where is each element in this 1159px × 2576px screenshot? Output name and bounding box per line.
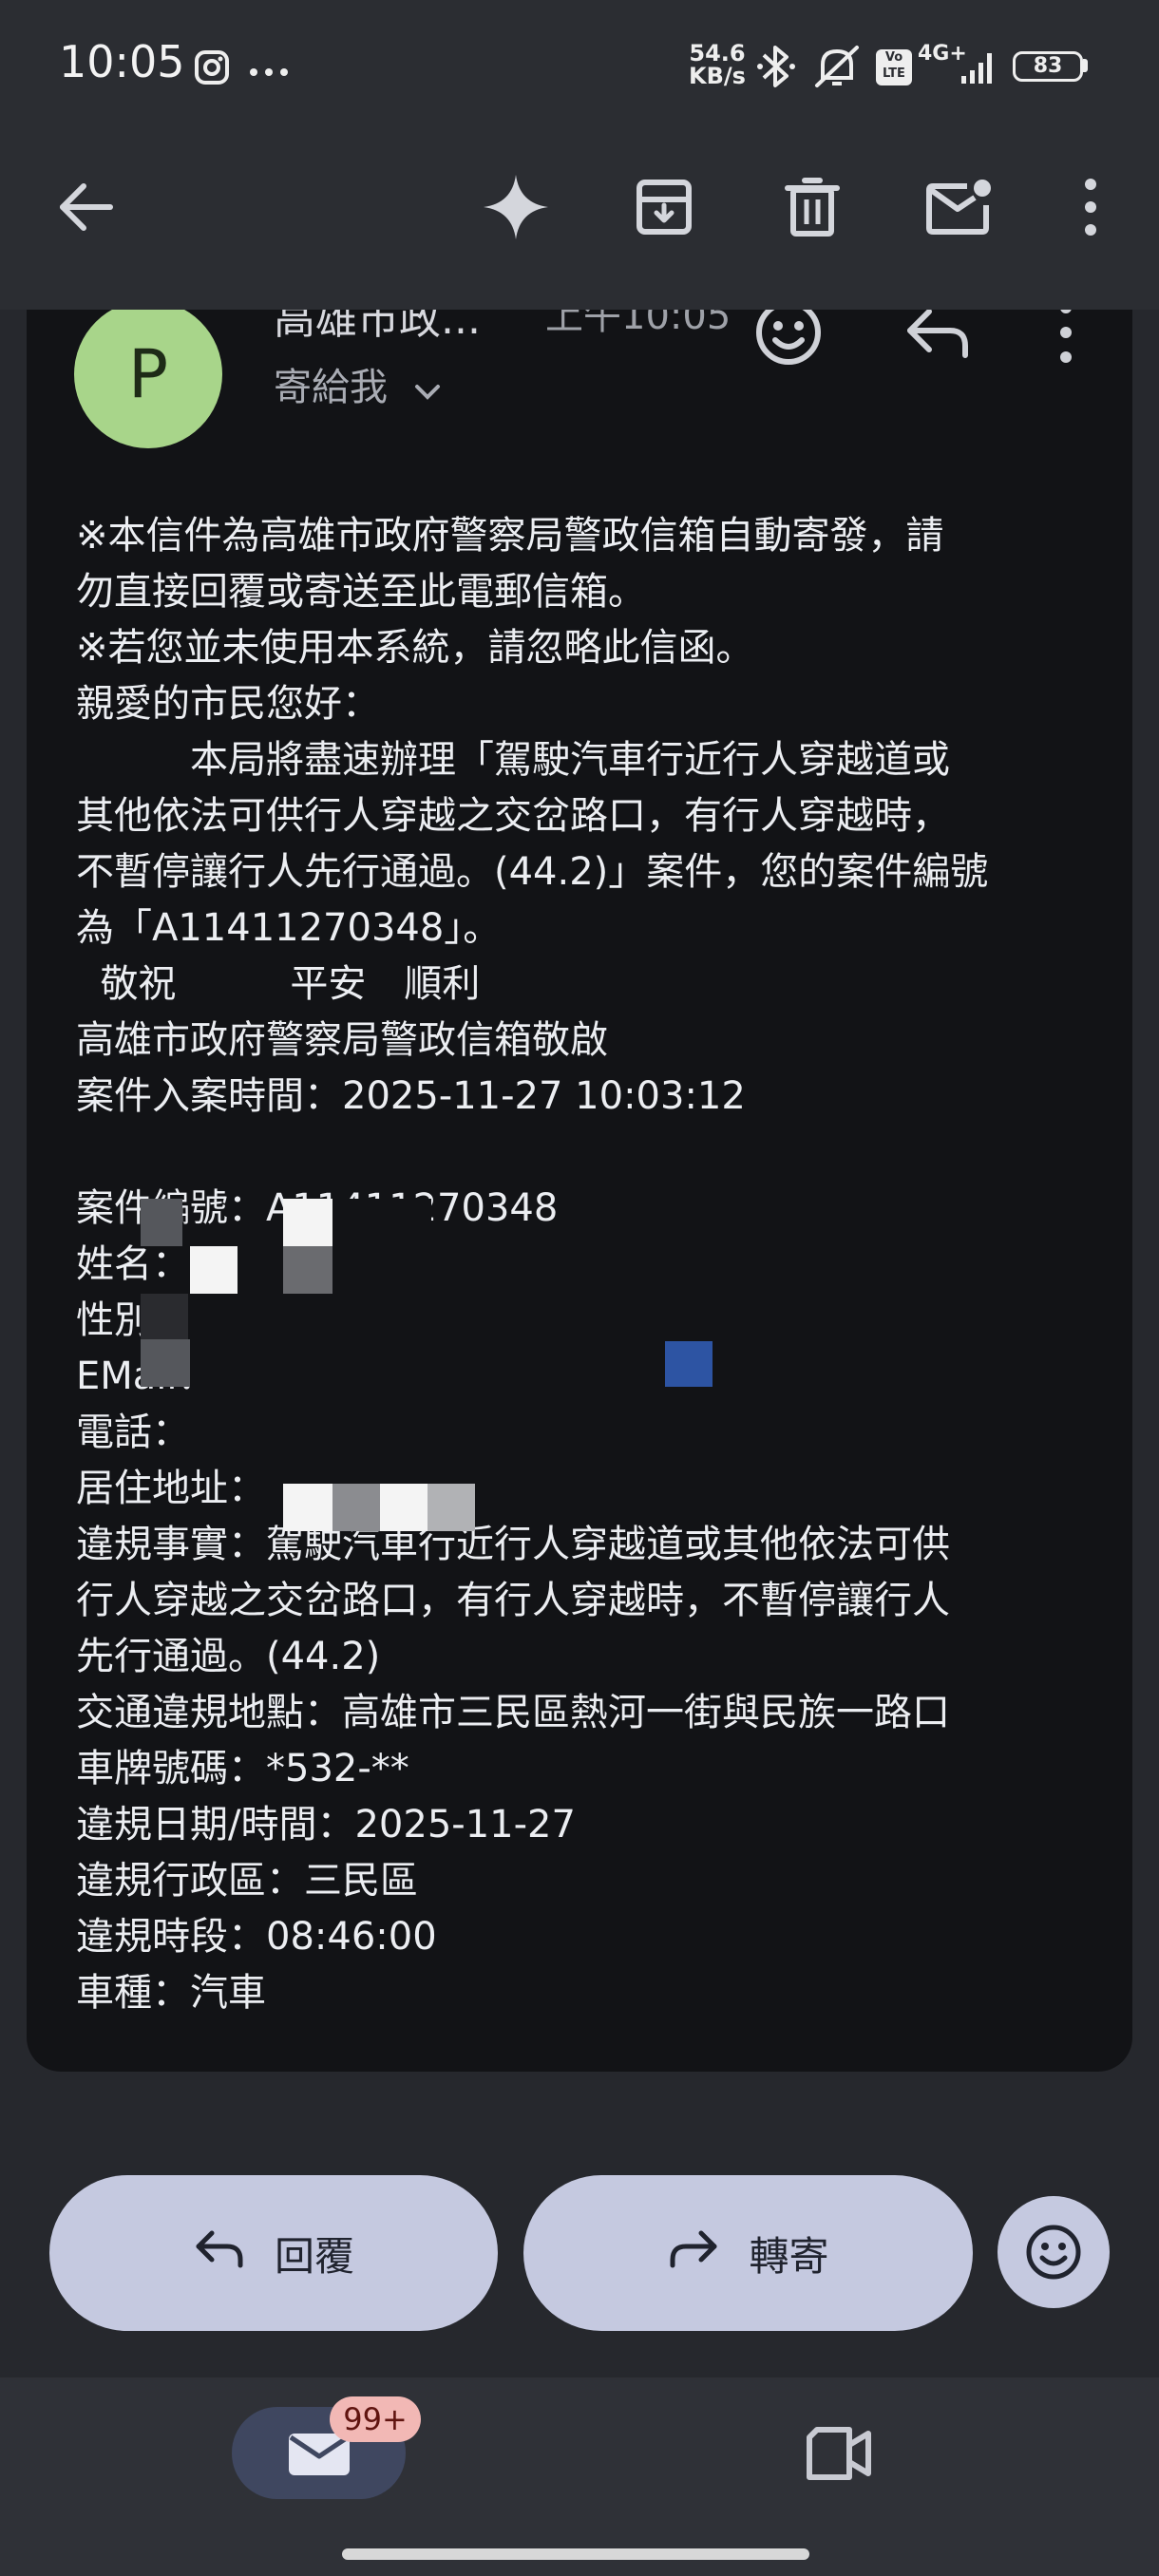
unread-count-badge: 99+	[330, 2396, 421, 2442]
email-body-line: 車牌號碼：*532-**	[76, 1747, 409, 1790]
chevron-down-icon	[413, 368, 442, 411]
signal-strength-icon	[960, 47, 998, 85]
more-vert-icon[interactable]	[1053, 169, 1129, 245]
email-body-line: 本局將盡速辦理「駕駛汽車行近行人穿越道或	[76, 738, 950, 782]
email-body-line	[76, 1125, 1083, 1181]
email-body-line: 不暫停讓行人先行通過。(44.2)」案件，您的案件編號	[76, 850, 989, 894]
email-body-line: 敬祝 平安 順利	[76, 962, 481, 1006]
bluetooth-icon	[756, 42, 796, 91]
gemini-sparkle-icon[interactable]	[478, 169, 554, 245]
bottom-navigation	[0, 2377, 1159, 2576]
redaction-mosaic	[283, 1484, 332, 1531]
emoji-icon	[1026, 2225, 1081, 2280]
volte-icon: Vo LTE	[876, 49, 912, 85]
email-body-line: 違規日期/時間：2025-11-27	[76, 1803, 576, 1847]
email-body-line: 違規時段：08:46:00	[76, 1915, 437, 1959]
redaction-mosaic	[428, 1484, 475, 1531]
redaction-mosaic	[141, 1294, 188, 1339]
email-body-line: 交通違規地點：高雄市三民區熱河一街與民族一路口	[76, 1691, 950, 1734]
silent-mode-icon	[811, 42, 863, 91]
network-speed-unit: KB/s	[689, 63, 746, 89]
more-notifications-icon	[249, 63, 289, 76]
reply-button[interactable]: 回覆	[49, 2175, 498, 2331]
email-body-line: 車種：汽車	[76, 1971, 266, 2015]
network-speed-value: 54.6	[689, 40, 746, 66]
emoji-reaction-button[interactable]	[998, 2196, 1110, 2308]
archive-icon[interactable]	[626, 169, 702, 245]
redaction-mosaic	[665, 1341, 712, 1387]
nav-tab-meet[interactable]	[804, 2424, 874, 2483]
email-body-line: 居住地址：	[76, 1467, 266, 1510]
back-arrow-icon[interactable]	[48, 169, 124, 245]
email-body-line: 性別：	[76, 1298, 190, 1342]
redaction-mosaic	[283, 1246, 332, 1294]
email-body-line: 違規行政區：三民區	[76, 1859, 418, 1903]
delete-icon[interactable]	[774, 169, 850, 245]
instagram-icon	[194, 49, 230, 85]
email-body-line: 先行通過。(44.2)	[76, 1635, 381, 1678]
email-body-line: 電話：	[76, 1411, 190, 1454]
email-body-line: 案件編號：A11411270348	[76, 1181, 1083, 1237]
redaction-mosaic	[283, 1199, 332, 1246]
email-body-line: 其他依法可供行人穿越之交岔路口，有行人穿越時，	[76, 794, 950, 838]
reply-icon[interactable]	[902, 302, 975, 359]
redaction-mosaic	[332, 1199, 431, 1246]
forward-icon	[667, 2227, 720, 2279]
email-body-line: ※若您並未使用本系統，請忽略此信函。	[76, 626, 754, 670]
redaction-mosaic	[141, 1199, 182, 1246]
reply-icon	[193, 2227, 246, 2279]
email-body-line: 違規事實：駕駛汽車行近行人穿越道或其他依法可供	[76, 1523, 950, 1566]
battery-icon	[1083, 59, 1088, 72]
redaction-mosaic	[332, 1484, 380, 1531]
reply-label: 回覆	[274, 2232, 354, 2280]
email-body-line: EMail：	[76, 1349, 1083, 1405]
email-body-line: 行人穿越之交岔路口，有行人穿越時，不暫停讓行人	[76, 1579, 950, 1622]
redaction-mosaic	[380, 1484, 428, 1531]
recipient-toggle[interactable]: 寄給我	[274, 356, 442, 411]
email-body-line: 為「A11411270348」。	[76, 906, 502, 950]
forward-button[interactable]: 轉寄	[523, 2175, 973, 2331]
battery-level: 83	[1013, 51, 1083, 82]
email-body-line: ※本信件為高雄市政府警察局警政信箱自動寄發，請	[76, 514, 944, 558]
network-speed: 54.6 KB/s	[686, 42, 749, 87]
email-body-line: 勿直接回覆或寄送至此電郵信箱。	[76, 570, 646, 614]
mark-unread-icon[interactable]	[922, 169, 998, 245]
gesture-home-bar[interactable]	[342, 2548, 809, 2560]
video-camera-icon	[807, 2427, 871, 2480]
sender-avatar[interactable]: P	[74, 300, 222, 448]
email-body-line: 案件入案時間：2025-11-27 10:03:12	[76, 1074, 746, 1118]
status-time: 10:05	[59, 36, 185, 87]
redaction-mosaic	[190, 1246, 238, 1294]
forward-label: 轉寄	[749, 2232, 829, 2280]
email-body-line: 高雄市政府警察局警政信箱敬啟	[76, 1018, 608, 1062]
recipient-label: 寄給我	[274, 366, 388, 409]
redaction-mosaic	[141, 1339, 190, 1387]
email-body-line: 親愛的市民您好：	[76, 682, 380, 726]
